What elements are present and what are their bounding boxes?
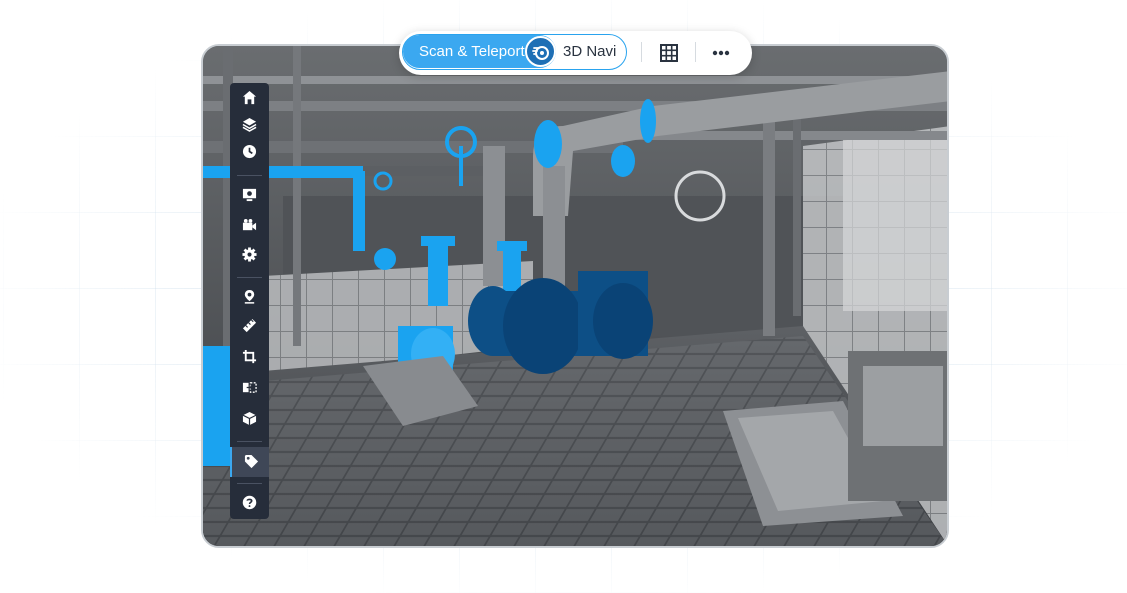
scan-teleport-label: Scan & Teleport [419,43,525,60]
home-icon[interactable] [230,83,269,113]
point-cloud-scene [203,46,947,546]
layers-icon[interactable] [230,110,269,140]
3d-navi-mode-button[interactable]: 3D Navi [563,43,616,60]
more-icon[interactable] [709,43,733,63]
scan-teleport-mode-button[interactable]: Scan & Teleport [403,35,556,68]
sidebar-divider [237,175,262,176]
sidebar-divider [237,483,262,484]
grid-icon[interactable] [659,43,679,63]
tag-icon[interactable] [230,447,269,477]
screen-capture-icon[interactable] [230,180,269,210]
crop-icon[interactable] [230,342,269,372]
ruler-icon[interactable] [230,311,269,341]
toolbar-divider [641,42,642,62]
location-pin-icon[interactable] [230,282,269,312]
teleport-icon [525,36,556,67]
history-icon[interactable] [230,137,269,167]
navigation-mode-switch[interactable]: Scan & Teleport 3D Navi [402,34,627,70]
settings-icon[interactable] [230,240,269,270]
compare-icon[interactable] [230,373,269,403]
sidebar-divider [237,277,262,278]
video-camera-icon[interactable] [230,211,269,241]
toolbar-divider [695,42,696,62]
sidebar-divider [237,441,262,442]
side-toolbar [230,83,269,519]
scan-viewport[interactable] [201,44,949,548]
box-icon[interactable] [230,404,269,434]
view-toolbar: Scan & Teleport 3D Navi [399,31,752,75]
help-icon[interactable] [230,488,269,518]
